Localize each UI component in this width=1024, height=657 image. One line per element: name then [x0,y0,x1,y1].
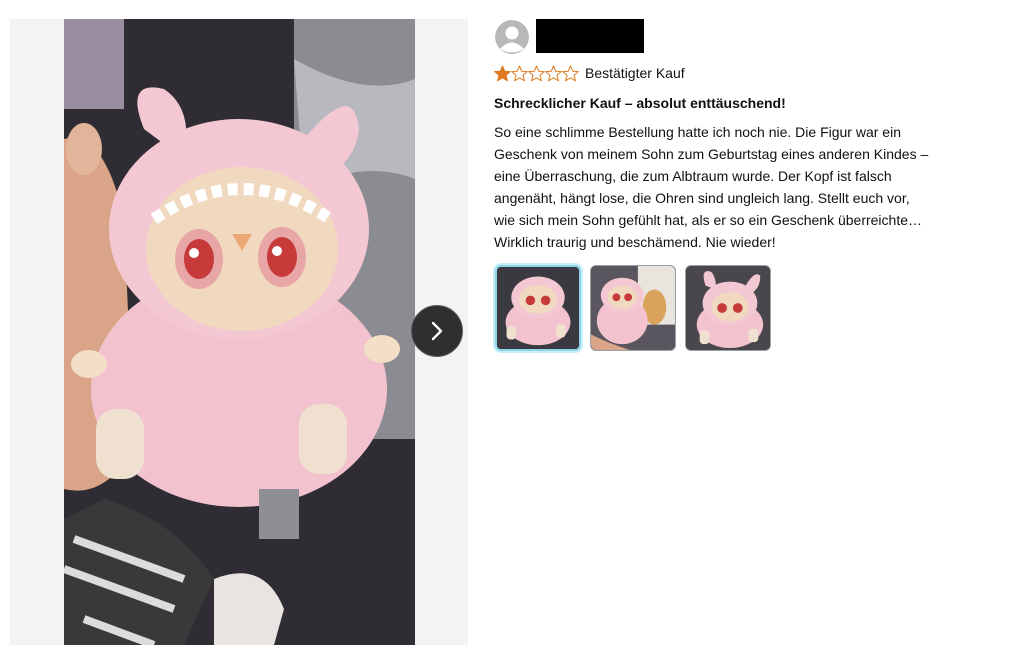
review-text-line: angenäht, hängt lose, die Ohren sind ung… [494,190,910,206]
star-empty-icon [562,65,579,81]
thumbnail-image [591,266,675,350]
review-body: So eine schlimme Bestellung hatte ich no… [494,121,974,253]
review-image-thumbnail-1[interactable] [495,265,581,351]
chevron-right-icon [431,321,443,341]
star-empty-icon [528,65,545,81]
verified-purchase-label: Bestätigter Kauf [585,65,685,81]
thumbnail-image [497,267,579,349]
thumbnail-image [686,266,770,350]
next-image-button[interactable] [411,305,463,357]
review-text-line: Geschenk von meinem Sohn zum Geburtstag … [494,146,929,162]
review-title: Schrecklicher Kauf – absolut enttäuschen… [494,95,786,111]
star-rating [494,65,579,82]
review-photo-image [64,19,415,645]
star-empty-icon [511,65,528,81]
review-text-line: So eine schlimme Bestellung hatte ich no… [494,124,901,140]
review-text-line: eine Überraschung, die zum Albtraum wurd… [494,168,892,184]
rating-row: Bestätigter Kauf [494,63,685,83]
review-photo[interactable] [64,19,415,645]
star-filled-icon [494,65,511,81]
redacted-reviewer-name [536,19,644,53]
user-avatar-icon [495,20,529,54]
review-text-line: wie sich mein Sohn gefühlt hat, als er s… [494,212,923,228]
user-avatar [495,20,529,54]
star-empty-icon [545,65,562,81]
review-image-thumbnail-3[interactable] [685,265,771,351]
review-image-thumbnails [495,265,771,351]
media-viewer [10,19,468,645]
review-text-line: Wirklich traurig und beschämend. Nie wie… [494,234,776,250]
review-image-thumbnail-2[interactable] [590,265,676,351]
